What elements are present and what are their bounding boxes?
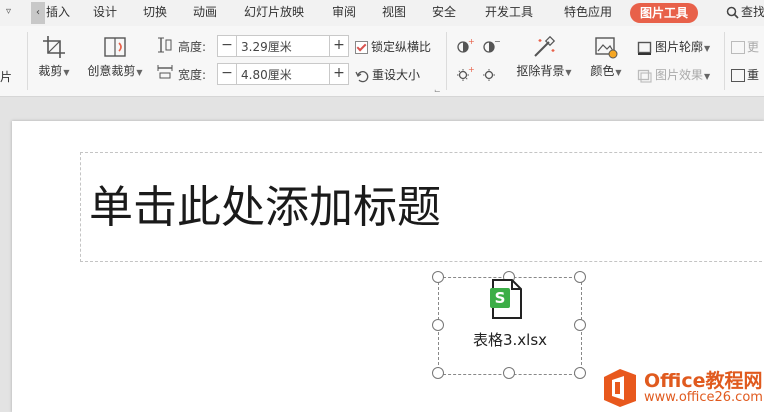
change-picture-button[interactable]: 更 [731, 38, 759, 55]
decrease-contrast-icon[interactable]: − [482, 38, 500, 54]
height-input[interactable]: 3.29厘米 [237, 38, 329, 55]
picture-outline-label: 图片轮廓 [655, 40, 704, 54]
tab-slideshow[interactable]: 幻灯片放映 [244, 0, 304, 26]
watermark-url: www.office26.com [644, 390, 763, 405]
ribbon-divider [27, 32, 28, 90]
watermark-title: Office教程网 [644, 370, 763, 392]
site-watermark: Office教程网 www.office26.com [600, 365, 764, 412]
reset-picture-label: 重 [747, 68, 760, 82]
reset-size-button[interactable]: 重设大小 [355, 66, 420, 83]
tab-view[interactable]: 视图 [382, 0, 406, 26]
change-picture-label: 更 [747, 40, 760, 54]
reset-size-icon [355, 70, 369, 82]
embedded-file-name: 表格3.xlsx [472, 331, 548, 349]
tab-scroll-left-icon[interactable]: ‹ [31, 2, 45, 24]
change-picture-icon [731, 41, 745, 54]
picture-tools-ribbon: 片 裁剪▼ 创意裁剪▼ 高度: − 3.29厘米 + 宽度: − 4.80厘米 … [0, 26, 764, 97]
reset-picture-icon [731, 69, 745, 82]
width-decrease-button[interactable]: − [218, 64, 237, 84]
height-label: 高度: [178, 40, 207, 54]
resize-handle-bottom-right[interactable] [574, 367, 586, 379]
search-label: 查找 [741, 5, 764, 19]
chevron-down-icon: ▼ [704, 72, 711, 81]
color-button[interactable]: 颜色▼ [586, 34, 626, 79]
tab-developer[interactable]: 开发工具 [485, 0, 533, 26]
reset-picture-button[interactable]: 重 [731, 66, 759, 83]
ribbon-divider [724, 32, 725, 90]
width-input[interactable]: 4.80厘米 [237, 66, 329, 83]
creative-crop-icon [104, 37, 126, 57]
ribbon-divider [446, 32, 447, 90]
picture-effects-button[interactable]: 图片效果▼ [637, 66, 710, 83]
tab-picture-tools[interactable]: 图片工具 [630, 3, 699, 23]
color-label: 颜色 [590, 64, 615, 78]
width-stepper[interactable]: − 4.80厘米 + [217, 63, 349, 85]
chevron-down-icon: ▼ [704, 44, 711, 53]
reset-size-label: 重设大小 [372, 68, 421, 82]
width-increase-button[interactable]: + [329, 64, 348, 84]
chevron-down-icon: ▼ [615, 68, 622, 77]
height-icon [158, 37, 172, 53]
tab-special[interactable]: 特色应用 [564, 0, 612, 26]
lock-aspect-ratio-label: 锁定纵横比 [371, 40, 432, 54]
height-increase-button[interactable]: + [329, 36, 348, 56]
resize-handle-right[interactable] [574, 319, 586, 331]
effects-icon [637, 69, 652, 83]
quick-menu-dropdown-icon[interactable]: ▿ [6, 6, 18, 18]
remove-background-label: 抠除背景 [516, 64, 565, 78]
magic-wand-icon [534, 35, 556, 57]
resize-handle-bottom[interactable] [503, 367, 515, 379]
increase-brightness-icon[interactable]: + [456, 66, 474, 82]
creative-crop-label: 创意裁剪 [87, 64, 136, 78]
tab-security[interactable]: 安全 [432, 0, 456, 26]
tab-insert[interactable]: 插入 [46, 0, 70, 26]
tab-transition[interactable]: 切换 [143, 0, 167, 26]
sheet-icon-letter: S [495, 289, 506, 307]
search-button[interactable]: 查找 [726, 0, 764, 26]
tab-design[interactable]: 设计 [93, 0, 117, 26]
checkbox-checked-icon [355, 41, 368, 54]
office-logo-icon [604, 369, 636, 407]
svg-text:−: − [494, 38, 500, 46]
height-decrease-button[interactable]: − [218, 36, 237, 56]
crop-label: 裁剪 [38, 64, 63, 78]
width-icon [157, 65, 173, 79]
title-placeholder-text: 单击此处添加标题 [89, 182, 441, 233]
ribbon-cut-label-left: 片 [0, 70, 13, 84]
increase-contrast-icon[interactable]: + [456, 38, 474, 54]
resize-handle-top-right[interactable] [574, 271, 586, 283]
creative-crop-button[interactable]: 创意裁剪▼ [84, 34, 146, 79]
crop-icon [43, 36, 65, 58]
outline-icon [637, 41, 652, 55]
svg-text:+: + [468, 38, 474, 46]
height-stepper[interactable]: − 3.29厘米 + [217, 35, 349, 57]
spreadsheet-file-icon[interactable]: S [490, 277, 524, 321]
chevron-down-icon: ▼ [63, 68, 70, 77]
chevron-down-icon: ▼ [565, 68, 572, 77]
resize-handle-top-left[interactable] [432, 271, 444, 283]
lock-aspect-ratio-checkbox[interactable]: 锁定纵横比 [355, 38, 431, 55]
resize-handle-left[interactable] [432, 319, 444, 331]
svg-text:+: + [468, 66, 474, 74]
resize-handle-bottom-left[interactable] [432, 367, 444, 379]
chevron-down-icon: ▼ [136, 68, 143, 77]
menu-tab-bar: ▿ ‹ 插入 设计 切换 动画 幻灯片放映 审阅 视图 安全 开发工具 特色应用… [0, 0, 764, 26]
picture-effects-label: 图片效果 [655, 68, 704, 82]
title-placeholder[interactable]: 单击此处添加标题 [80, 152, 764, 262]
picture-outline-button[interactable]: 图片轮廓▼ [637, 38, 710, 55]
tab-review[interactable]: 审阅 [332, 0, 356, 26]
search-icon [726, 6, 739, 19]
decrease-brightness-icon[interactable] [482, 66, 500, 82]
size-dialog-launcher-icon[interactable]: ⌙ [434, 86, 441, 95]
tab-animation[interactable]: 动画 [193, 0, 217, 26]
crop-button[interactable]: 裁剪▼ [34, 34, 74, 79]
width-label: 宽度: [178, 68, 207, 82]
picture-color-icon [595, 37, 618, 59]
remove-background-button[interactable]: 抠除背景▼ [512, 34, 576, 79]
